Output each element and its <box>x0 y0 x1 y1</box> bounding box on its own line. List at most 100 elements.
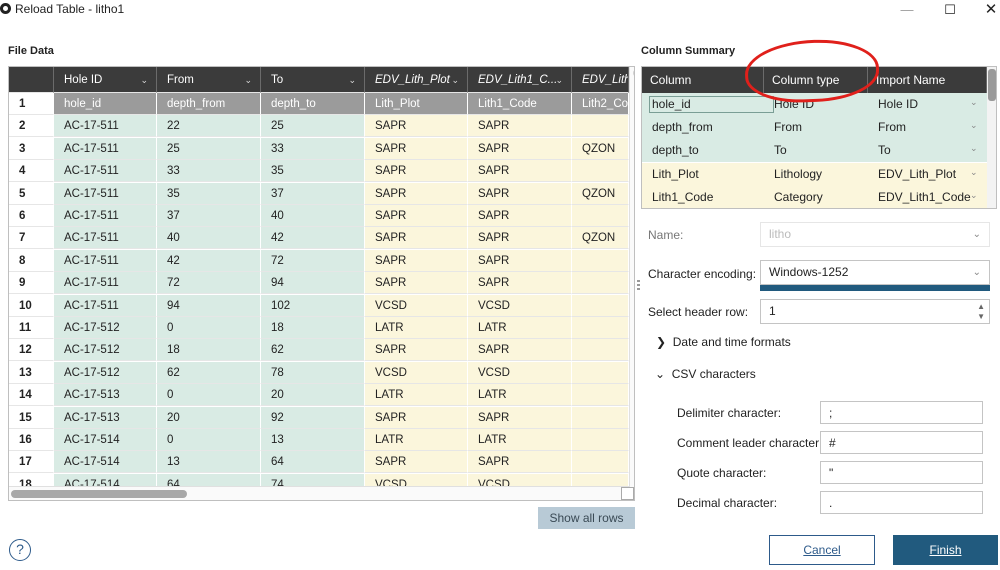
chevron-down-icon[interactable]: ⌄ <box>140 67 148 92</box>
chevron-down-icon[interactable]: ⌄ <box>451 67 459 92</box>
table-cell[interactable]: 33 <box>261 137 365 160</box>
delimiter-input[interactable]: ; <box>820 401 983 424</box>
table-cell[interactable]: QZON <box>572 137 629 160</box>
table-cell[interactable]: depth_from <box>157 93 261 115</box>
table-cell[interactable] <box>572 115 629 138</box>
table-cell[interactable]: 42 <box>261 227 365 250</box>
table-cell[interactable]: Lith1_Code <box>468 93 572 115</box>
table-cell[interactable]: LATR <box>365 317 468 339</box>
header-row-stepper[interactable]: 1 ▲ ▼ <box>760 299 990 324</box>
table-cell[interactable]: 72 <box>261 249 365 272</box>
table-cell[interactable]: LATR <box>468 384 572 407</box>
table-cell[interactable] <box>572 160 629 183</box>
table-cell[interactable]: 22 <box>157 115 261 138</box>
file-data-grid[interactable]: Hole ID ⌄ From ⌄ To ⌄ EDV_Lith_Plot ⌄ EDV_Li… <box>8 66 635 501</box>
table-cell[interactable]: 40 <box>157 227 261 250</box>
table-cell[interactable] <box>572 317 629 339</box>
table-cell[interactable]: Lith_Plot <box>365 93 468 115</box>
table-cell[interactable]: LATR <box>468 429 572 451</box>
table-cell[interactable]: 72 <box>157 272 261 295</box>
table-cell[interactable]: SAPR <box>468 249 572 272</box>
table-cell[interactable]: SAPR <box>365 115 468 138</box>
header-edv-lith1-code[interactable]: EDV_Lith1_C... ⌄ <box>468 67 572 93</box>
table-cell[interactable]: LATR <box>365 429 468 451</box>
table-cell[interactable] <box>572 361 629 384</box>
table-row[interactable]: 5 AC-17-511 35 37 SAPR SAPR QZON <box>9 182 634 205</box>
table-cell[interactable]: AC-17-514 <box>54 451 157 474</box>
table-cell[interactable]: 18 <box>261 317 365 339</box>
table-cell[interactable]: SAPR <box>365 249 468 272</box>
stepper-arrows-icon[interactable]: ▲ ▼ <box>977 302 985 322</box>
chevron-down-icon[interactable]: ⌄ <box>555 67 563 92</box>
table-cell[interactable]: SAPR <box>365 182 468 205</box>
chevron-down-icon[interactable]: ⌄ <box>970 120 978 131</box>
table-row[interactable]: 12 AC-17-512 18 62 SAPR SAPR <box>9 339 634 362</box>
table-cell[interactable] <box>572 429 629 451</box>
quote-input[interactable]: " <box>820 461 983 484</box>
table-row[interactable]: 13 AC-17-512 62 78 VCSD VCSD <box>9 361 634 384</box>
table-cell[interactable]: 13 <box>157 451 261 474</box>
table-cell[interactable]: SAPR <box>365 451 468 474</box>
table-cell[interactable]: AC-17-513 <box>54 384 157 407</box>
header-to[interactable]: To ⌄ <box>261 67 365 93</box>
table-cell[interactable]: VCSD <box>365 294 468 317</box>
table-cell[interactable]: AC-17-511 <box>54 160 157 183</box>
summary-type-cell[interactable]: Category <box>764 186 868 208</box>
csv-expander[interactable]: ⌄ CSV characters <box>655 367 756 381</box>
header-from[interactable]: From ⌄ <box>157 67 261 93</box>
table-cell[interactable]: VCSD <box>468 294 572 317</box>
chevron-down-icon[interactable]: ⌄ <box>970 143 978 154</box>
table-cell[interactable]: 94 <box>157 294 261 317</box>
summary-type-cell[interactable]: To <box>764 139 868 162</box>
table-cell[interactable]: SAPR <box>365 227 468 250</box>
chevron-down-icon[interactable]: ⌄ <box>973 261 981 284</box>
table-cell[interactable]: SAPR <box>468 182 572 205</box>
table-cell[interactable]: VCSD <box>468 361 572 384</box>
table-cell[interactable]: 42 <box>157 249 261 272</box>
table-cell[interactable]: 20 <box>261 384 365 407</box>
chevron-down-icon[interactable]: ⌄ <box>970 97 978 108</box>
summary-row[interactable]: Lith1_Code Category EDV_Lith1_Code ⌄ <box>642 185 987 208</box>
header-edv-lith2[interactable]: EDV_Lith <box>572 67 629 93</box>
hole-id-edit-box[interactable] <box>649 96 774 113</box>
table-cell[interactable]: 25 <box>157 137 261 160</box>
table-cell[interactable]: AC-17-511 <box>54 294 157 317</box>
table-cell[interactable] <box>572 451 629 474</box>
maximize-icon[interactable]: ☐ <box>927 0 973 22</box>
table-cell[interactable]: AC-17-513 <box>54 406 157 429</box>
table-cell[interactable]: 40 <box>261 205 365 227</box>
table-cell[interactable]: AC-17-512 <box>54 317 157 339</box>
table-cell[interactable]: 13 <box>261 429 365 451</box>
table-cell[interactable]: 25 <box>261 115 365 138</box>
chevron-down-icon[interactable]: ⌄ <box>244 67 252 92</box>
scroll-thumb[interactable] <box>633 69 634 77</box>
minimize-icon[interactable]: — <box>884 0 930 22</box>
table-cell[interactable]: SAPR <box>365 272 468 295</box>
help-icon[interactable]: ? <box>9 539 31 561</box>
table-cell[interactable]: depth_to <box>261 93 365 115</box>
header-edv-lith-plot[interactable]: EDV_Lith_Plot ⌄ <box>365 67 468 93</box>
table-cell[interactable]: SAPR <box>468 137 572 160</box>
summary-type-cell[interactable]: From <box>764 116 868 139</box>
table-cell[interactable]: 37 <box>157 205 261 227</box>
scroll-thumb[interactable] <box>988 69 996 101</box>
table-cell[interactable]: QZON <box>572 227 629 250</box>
table-row[interactable]: 8 AC-17-511 42 72 SAPR SAPR <box>9 249 634 272</box>
table-row[interactable]: 4 AC-17-511 33 35 SAPR SAPR <box>9 160 634 183</box>
table-cell[interactable]: SAPR <box>468 451 572 474</box>
table-cell[interactable]: 0 <box>157 429 261 451</box>
comment-input[interactable]: # <box>820 431 983 454</box>
table-cell[interactable]: AC-17-511 <box>54 249 157 272</box>
table-cell[interactable]: AC-17-512 <box>54 339 157 362</box>
panel-splitter[interactable] <box>637 280 640 296</box>
table-row[interactable]: 16 AC-17-514 0 13 LATR LATR <box>9 429 634 451</box>
table-cell[interactable]: LATR <box>468 317 572 339</box>
table-cell[interactable]: SAPR <box>468 227 572 250</box>
vertical-scrollbar[interactable] <box>629 67 634 500</box>
table-cell[interactable]: 62 <box>261 339 365 362</box>
table-cell[interactable]: 0 <box>157 317 261 339</box>
table-cell[interactable]: SAPR <box>468 115 572 138</box>
table-cell[interactable]: SAPR <box>468 160 572 183</box>
table-cell[interactable] <box>572 272 629 295</box>
table-cell[interactable]: LATR <box>365 384 468 407</box>
